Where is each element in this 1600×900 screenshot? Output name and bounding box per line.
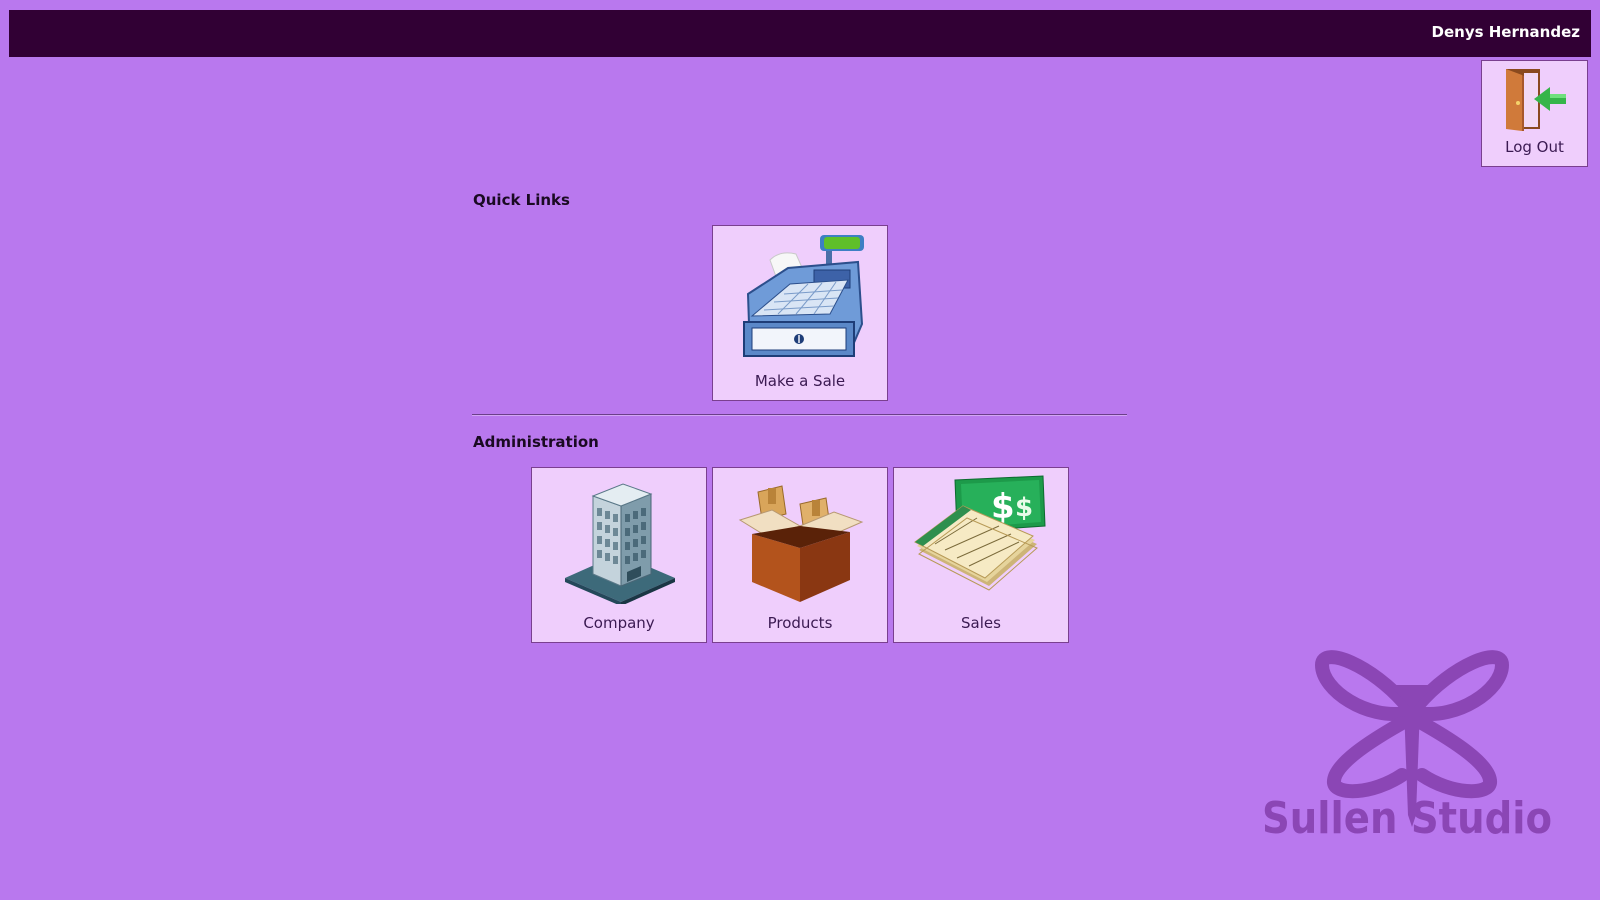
money-cheque-icon: $ $ — [894, 474, 1068, 604]
door-exit-icon — [1482, 65, 1587, 133]
user-name: Denys Hernandez — [1431, 23, 1580, 41]
brand-name: Sullen Studio — [1262, 793, 1552, 844]
svg-text:$: $ — [1015, 493, 1033, 523]
products-button[interactable]: Products — [712, 467, 888, 643]
sales-label: Sales — [961, 614, 1001, 632]
quick-links-title: Quick Links — [473, 191, 570, 209]
top-bar: Denys Hernandez — [9, 10, 1591, 57]
make-a-sale-button[interactable]: Make a Sale — [712, 225, 888, 401]
logout-button[interactable]: Log Out — [1481, 60, 1588, 167]
office-building-icon — [532, 474, 706, 604]
administration-title: Administration — [473, 433, 599, 451]
section-divider — [472, 414, 1127, 416]
logout-label: Log Out — [1505, 138, 1564, 156]
products-label: Products — [767, 614, 833, 632]
sales-button[interactable]: $ $ Sales — [893, 467, 1069, 643]
make-a-sale-label: Make a Sale — [754, 372, 846, 390]
company-label: Company — [583, 614, 655, 632]
brand-logo: Sullen Studio — [1262, 645, 1562, 845]
cash-register-icon — [713, 232, 887, 362]
company-button[interactable]: Company — [531, 467, 707, 643]
product-box-icon — [713, 474, 887, 604]
